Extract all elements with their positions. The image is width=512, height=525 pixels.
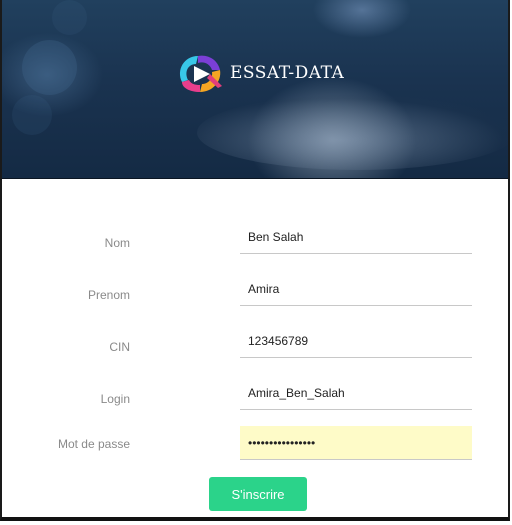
essat-data-logo-icon xyxy=(179,55,222,92)
brand-name: ESSAT-DATA xyxy=(230,63,345,83)
hero-banner: ESSAT-DATA xyxy=(2,0,508,179)
prenom-label: Prenom xyxy=(87,288,130,302)
field-row-password: Mot de passe xyxy=(2,426,508,472)
bokeh-circle xyxy=(22,40,77,95)
prenom-input[interactable] xyxy=(240,272,472,306)
field-row-cin: CIN xyxy=(2,324,508,370)
login-input[interactable] xyxy=(240,376,472,410)
hand-image xyxy=(197,95,508,170)
bokeh-circle xyxy=(52,0,87,35)
signup-button[interactable]: S'inscrire xyxy=(209,477,307,511)
field-row-login: Login xyxy=(2,376,508,422)
field-row-nom: Nom xyxy=(2,220,508,266)
login-label: Login xyxy=(100,392,130,406)
nom-label: Nom xyxy=(104,236,130,250)
password-input[interactable] xyxy=(240,426,472,460)
nom-input[interactable] xyxy=(240,220,472,254)
bokeh-circle xyxy=(12,95,52,135)
password-label: Mot de passe xyxy=(57,437,130,451)
cin-label: CIN xyxy=(109,340,130,354)
field-row-prenom: Prenom xyxy=(2,272,508,318)
cin-input[interactable] xyxy=(240,324,472,358)
app-window: ESSAT-DATA Nom Prenom CIN Login Mot de p… xyxy=(0,0,510,521)
